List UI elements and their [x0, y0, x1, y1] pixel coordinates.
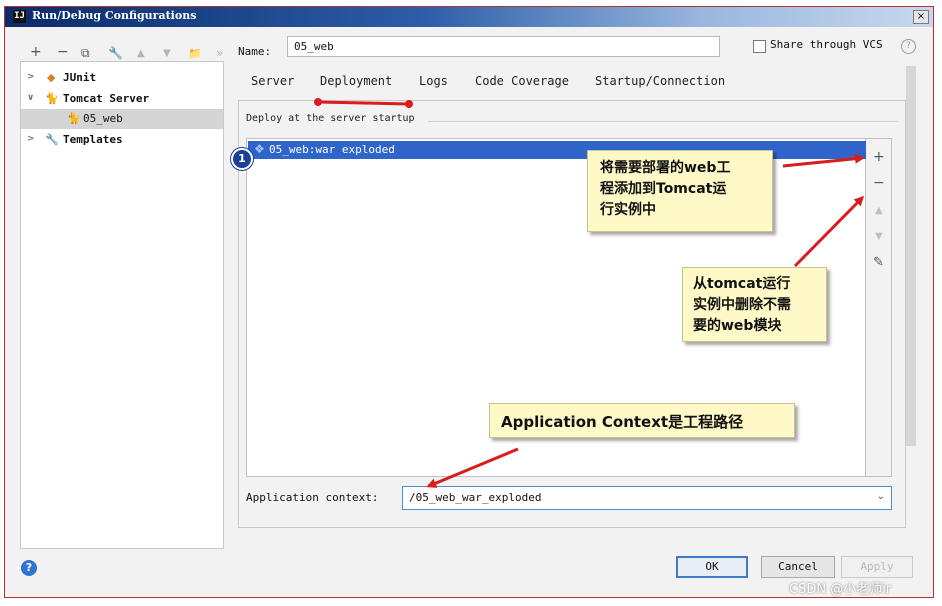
step-badge: 1: [231, 148, 253, 170]
add-arrow: [782, 153, 865, 168]
watermark: CSDN @小老师ir: [789, 582, 892, 597]
callout-line: 行实例中: [600, 202, 656, 218]
callout-line: Application Context是工程路径: [501, 413, 744, 431]
callout-line: 程添加到Tomcat运: [600, 181, 727, 197]
deployment-tab-underline: [317, 100, 410, 106]
callout-line: 从tomcat运行: [693, 276, 791, 292]
callout-application-context: Application Context是工程路径: [489, 403, 795, 438]
context-arrow: [426, 447, 519, 488]
callout-add-artifact: 将需要部署的web工 程添加到Tomcat运 行实例中: [587, 150, 773, 232]
callout-line: 将需要部署的web工: [600, 160, 731, 176]
callout-line: 实例中删除不需: [693, 297, 791, 313]
callout-remove-artifact: 从tomcat运行 实例中删除不需 要的web模块: [682, 267, 827, 342]
underline-dot: [314, 98, 322, 106]
remove-arrow: [793, 195, 865, 268]
callout-line: 要的web模块: [693, 318, 782, 334]
underline-dot: [405, 100, 413, 108]
